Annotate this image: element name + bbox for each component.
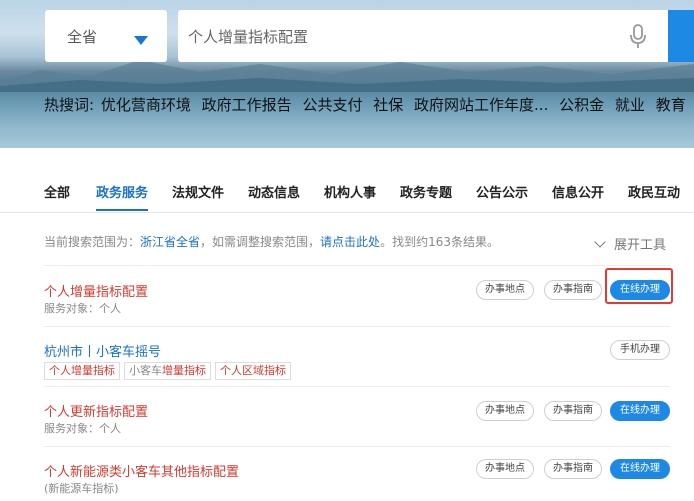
category-tabs: 全部 政务服务 法规文件 动态信息 机构人事 政务专题 公告公示 信息公开 政民… — [0, 176, 694, 213]
highlight-box — [605, 268, 673, 304]
service-guide-button[interactable]: 办事指南 — [544, 401, 602, 421]
hero-banner: 全省 热搜词: 优化营商环境 政府工作报告 公共支付 社保 政府网站工作年度..… — [0, 0, 694, 148]
search-box — [178, 10, 668, 62]
tag-text: 个人增量指标 — [49, 364, 115, 377]
tab-interaction[interactable]: 政民互动 — [628, 182, 680, 201]
tab-government-services[interactable]: 政务服务 — [96, 182, 148, 201]
tag-text: 小客车 — [129, 364, 162, 377]
hot-search-item[interactable]: 优化营商环境 — [101, 96, 191, 114]
hot-searches-label: 热搜词: — [44, 96, 95, 114]
tab-personnel[interactable]: 机构人事 — [324, 182, 376, 201]
keyword-tag: 小客车增量指标 — [124, 362, 211, 380]
scope-mid: ，如需调整搜索范围， — [200, 235, 321, 249]
tab-all[interactable]: 全部 — [44, 182, 70, 201]
result-item: 杭州市丨小客车摇号 个人增量指标 小客车增量指标 个人区域指标 手机办理 — [44, 326, 670, 387]
online-service-button[interactable]: 在线办理 — [610, 459, 670, 479]
result-subtitle: 服务对象：个人 — [44, 302, 121, 315]
tag-text: 个人区域指标 — [220, 364, 286, 377]
tag-text-highlight: 增量指标 — [162, 364, 206, 377]
result-title[interactable]: 个人新能源类小客车其他指标配置 — [44, 461, 239, 480]
mobile-service-button[interactable]: 手机办理 — [610, 340, 670, 360]
region-select[interactable]: 全省 — [45, 10, 167, 62]
result-item: 个人更新指标配置 服务对象：个人 办事地点 办事指南 在线办理 — [44, 386, 670, 447]
result-title[interactable]: 个人更新指标配置 — [44, 401, 148, 420]
hot-search-item[interactable]: 公积金 — [559, 96, 604, 114]
search-button[interactable] — [668, 10, 694, 62]
hot-search-item[interactable]: 就业 — [615, 96, 645, 114]
keyword-tag: 个人区域指标 — [215, 362, 291, 380]
hot-search-item[interactable]: 教育 — [656, 96, 686, 114]
result-item: 个人增量指标配置 服务对象：个人 办事地点 办事指南 在线办理 — [44, 265, 670, 326]
tab-topics[interactable]: 政务专题 — [400, 182, 452, 201]
hot-search-item[interactable]: 公共支付 — [302, 96, 362, 114]
hot-search-item[interactable]: 政府网站工作年度... — [414, 96, 548, 114]
tab-announcements[interactable]: 公告公示 — [476, 182, 528, 201]
search-scope-info: 当前搜索范围为：浙江省全省，如需调整搜索范围，请点击此处。找到约163条结果。 — [44, 233, 499, 250]
chevron-down-icon — [134, 36, 148, 45]
expand-tools-label: 展开工具 — [614, 238, 667, 253]
result-title[interactable]: 杭州市丨小客车摇号 — [44, 341, 161, 360]
result-title[interactable]: 个人增量指标配置 — [44, 281, 148, 300]
expand-tools-button[interactable]: 展开工具 — [594, 234, 667, 253]
region-select-value: 全省 — [67, 28, 98, 46]
scope-prefix: 当前搜索范围为： — [44, 235, 141, 249]
office-location-button[interactable]: 办事地点 — [476, 401, 534, 421]
tab-news[interactable]: 动态信息 — [248, 182, 300, 201]
hot-searches: 热搜词: 优化营商环境 政府工作报告 公共支付 社保 政府网站工作年度... 公… — [44, 94, 692, 115]
change-scope-link[interactable]: 请点击此处 — [320, 235, 380, 249]
microphone-icon[interactable] — [628, 24, 648, 50]
keyword-tags: 个人增量指标 小客车增量指标 个人区域指标 — [44, 359, 295, 380]
tab-disclosure[interactable]: 信息公开 — [552, 182, 604, 201]
result-count: 。找到约163条结果。 — [380, 235, 499, 249]
office-location-button[interactable]: 办事地点 — [476, 280, 534, 300]
scope-value: 浙江省全省 — [140, 235, 201, 249]
hot-search-item[interactable]: 政府工作报告 — [202, 96, 292, 114]
online-service-button[interactable]: 在线办理 — [610, 401, 670, 421]
tab-regulations[interactable]: 法规文件 — [172, 182, 224, 201]
service-guide-button[interactable]: 办事指南 — [544, 459, 602, 479]
hot-search-item[interactable]: 社保 — [373, 96, 403, 114]
active-tab-indicator — [96, 209, 148, 211]
office-location-button[interactable]: 办事地点 — [476, 459, 534, 479]
result-subtitle: 服务对象：个人 — [44, 422, 121, 435]
service-guide-button[interactable]: 办事指南 — [544, 280, 602, 300]
result-item: 个人新能源类小客车其他指标配置 (新能源车指标) 办事地点 办事指南 在线办理 — [44, 446, 670, 501]
keyword-tag: 个人增量指标 — [44, 362, 120, 380]
chevron-down-icon — [594, 236, 606, 248]
result-subtitle: (新能源车指标) — [44, 482, 119, 495]
search-input[interactable] — [186, 24, 610, 50]
